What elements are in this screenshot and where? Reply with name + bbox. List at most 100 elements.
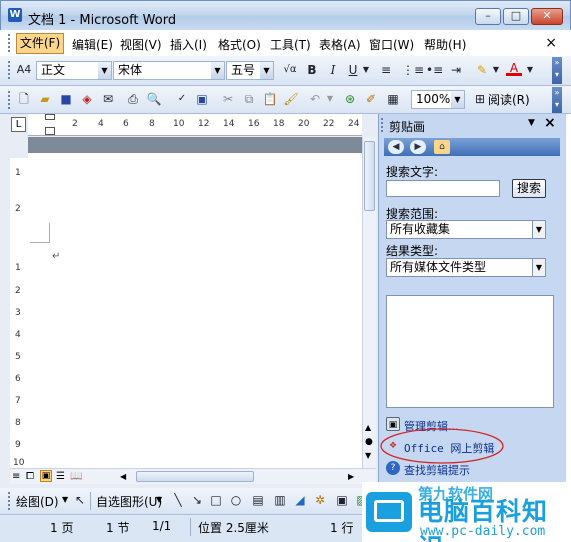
undo-icon[interactable]: ↶ bbox=[307, 91, 323, 107]
reading-view-icon[interactable]: 📖 bbox=[70, 471, 82, 482]
maximize-button[interactable]: □ bbox=[503, 8, 529, 25]
chevron-down-icon[interactable]: ▼ bbox=[62, 495, 68, 504]
chevron-down-icon[interactable]: ▼ bbox=[322, 91, 338, 107]
document-page[interactable] bbox=[28, 153, 362, 468]
chevron-down-icon[interactable]: ▼ bbox=[156, 495, 162, 504]
menu-tools[interactable]: 工具(T) bbox=[270, 36, 311, 53]
font-combo[interactable]: 宋体 ▼ bbox=[113, 61, 225, 80]
print-preview-icon[interactable]: 🔍 bbox=[146, 91, 162, 107]
research-icon[interactable]: ▣ bbox=[194, 91, 210, 107]
textbox-icon[interactable]: ▤ bbox=[250, 492, 266, 508]
new-document-icon[interactable]: 🗋 bbox=[16, 91, 32, 107]
bold-button[interactable]: B bbox=[304, 62, 320, 78]
arrow-icon[interactable]: ↘ bbox=[189, 492, 205, 508]
toolbar-grip[interactable] bbox=[8, 91, 12, 109]
wordart-icon[interactable]: ◢ bbox=[292, 492, 308, 508]
close-button[interactable]: ✕ bbox=[531, 8, 563, 25]
align-icon[interactable]: ≡ bbox=[378, 62, 394, 78]
indent-marker[interactable] bbox=[45, 114, 55, 120]
email-icon[interactable]: ✉ bbox=[100, 91, 116, 107]
horizontal-ruler[interactable]: 2 4 6 8 10 12 14 16 18 20 22 24 bbox=[28, 114, 362, 136]
print-icon[interactable]: ⎙ bbox=[125, 91, 141, 107]
back-arrow-icon[interactable]: ◀ bbox=[388, 140, 404, 154]
word-app-icon[interactable]: W bbox=[8, 8, 22, 22]
equation-icon[interactable]: √α bbox=[282, 62, 298, 78]
chevron-down-icon[interactable]: ▼ bbox=[451, 91, 464, 108]
chevron-down-icon[interactable]: ▼ bbox=[211, 62, 224, 79]
diagram-icon[interactable]: ✲ bbox=[312, 492, 328, 508]
spelling-icon[interactable]: ✓ bbox=[174, 91, 190, 107]
document-close-button[interactable]: × bbox=[545, 35, 557, 51]
copy-icon[interactable]: ⧉ bbox=[241, 91, 257, 107]
indent-icon[interactable]: ⇥ bbox=[448, 62, 464, 78]
numbering-icon[interactable]: ⋮≡ bbox=[402, 62, 424, 78]
scrollbar-thumb[interactable] bbox=[136, 471, 254, 482]
format-painter-icon[interactable]: 🖌 bbox=[283, 91, 299, 107]
tables-borders-icon[interactable]: ✐ bbox=[363, 91, 379, 107]
pane-close-icon[interactable]: × bbox=[544, 115, 556, 131]
outline-view-icon[interactable]: ☰ bbox=[56, 471, 65, 482]
normal-view-icon[interactable]: ≡ bbox=[12, 471, 20, 482]
styles-pane-icon[interactable]: A4 bbox=[16, 62, 32, 78]
pane-grip[interactable] bbox=[381, 118, 385, 132]
draw-menu-button[interactable]: 绘图(D) bbox=[16, 493, 59, 510]
chevron-down-icon[interactable]: ▼ bbox=[488, 62, 504, 78]
type-select[interactable]: 所有媒体文件类型 ▼ bbox=[386, 258, 546, 277]
print-view-icon[interactable]: ▣ bbox=[40, 470, 52, 482]
read-button[interactable]: 阅读(R) bbox=[488, 91, 530, 108]
zoom-combo[interactable]: 100% ▼ bbox=[411, 90, 465, 109]
clipart-icon[interactable]: ▣ bbox=[334, 492, 350, 508]
scope-select[interactable]: 所有收藏集 ▼ bbox=[386, 220, 546, 239]
save-icon[interactable]: ■ bbox=[58, 91, 74, 107]
chevron-down-icon[interactable]: ▼ bbox=[532, 259, 545, 276]
style-combo[interactable]: 正文 ▼ bbox=[36, 61, 112, 80]
menu-format[interactable]: 格式(O) bbox=[218, 36, 261, 53]
font-color-button[interactable]: A bbox=[506, 60, 522, 76]
oval-icon[interactable]: ○ bbox=[228, 492, 244, 508]
browse-object-icon[interactable]: ● bbox=[365, 437, 373, 447]
scroll-right-icon[interactable]: ▶ bbox=[348, 472, 354, 481]
vertical-textbox-icon[interactable]: ▥ bbox=[272, 492, 288, 508]
menu-file[interactable]: 文件(F) bbox=[16, 33, 64, 54]
read-icon[interactable]: ⊞ bbox=[472, 91, 488, 107]
menu-help[interactable]: 帮助(H) bbox=[424, 36, 466, 53]
chevron-down-icon[interactable]: ▼ bbox=[528, 118, 535, 128]
search-button[interactable]: 搜索 bbox=[512, 179, 546, 198]
vertical-scrollbar[interactable]: ▲ ● ▼ bbox=[362, 137, 376, 468]
bullets-icon[interactable]: •≡ bbox=[426, 62, 443, 78]
insert-table-icon[interactable]: ▦ bbox=[385, 91, 401, 107]
cut-icon[interactable]: ✂ bbox=[220, 91, 236, 107]
chevron-down-icon[interactable]: ▼ bbox=[532, 221, 545, 238]
menu-insert[interactable]: 插入(I) bbox=[170, 36, 207, 53]
toolbar-options-icon[interactable]: » ▾ bbox=[552, 87, 562, 113]
minimize-button[interactable]: – bbox=[475, 8, 501, 25]
chevron-down-icon[interactable]: ▼ bbox=[358, 62, 374, 78]
toolbar-grip[interactable] bbox=[8, 492, 12, 510]
menu-table[interactable]: 表格(A) bbox=[319, 36, 361, 53]
chevron-down-icon[interactable]: ▼ bbox=[522, 62, 538, 78]
toolbar-grip[interactable] bbox=[8, 61, 12, 79]
italic-button[interactable]: I bbox=[325, 62, 341, 78]
vertical-ruler[interactable]: 1 2 1 2 3 4 5 6 7 8 9 10 bbox=[10, 158, 28, 468]
font-size-combo[interactable]: 五号 ▼ bbox=[226, 61, 274, 80]
menu-view[interactable]: 视图(V) bbox=[120, 36, 162, 53]
scrollbar-thumb[interactable] bbox=[364, 141, 375, 211]
line-icon[interactable]: ╲ bbox=[170, 492, 186, 508]
menu-edit[interactable]: 编辑(E) bbox=[72, 36, 113, 53]
prev-page-icon[interactable]: ▲ bbox=[365, 423, 371, 432]
scroll-left-icon[interactable]: ◀ bbox=[120, 472, 126, 481]
rectangle-icon[interactable]: □ bbox=[208, 492, 224, 508]
forward-arrow-icon[interactable]: ▶ bbox=[410, 140, 426, 154]
chevron-down-icon[interactable]: ▼ bbox=[260, 62, 273, 79]
autoshapes-button[interactable]: 自选图形(U) bbox=[96, 493, 162, 510]
select-pointer-icon[interactable]: ↖ bbox=[72, 492, 88, 508]
web-view-icon[interactable]: ⧠ bbox=[26, 471, 34, 482]
indent-marker[interactable] bbox=[45, 127, 55, 135]
paste-icon[interactable]: 📋 bbox=[262, 91, 278, 107]
permission-icon[interactable]: ◈ bbox=[79, 91, 95, 107]
chevron-down-icon[interactable]: ▼ bbox=[98, 62, 111, 79]
menu-grip[interactable] bbox=[8, 34, 12, 52]
menu-window[interactable]: 窗口(W) bbox=[369, 36, 414, 53]
open-folder-icon[interactable]: ▰ bbox=[37, 91, 53, 107]
next-page-icon[interactable]: ▼ bbox=[365, 451, 371, 460]
